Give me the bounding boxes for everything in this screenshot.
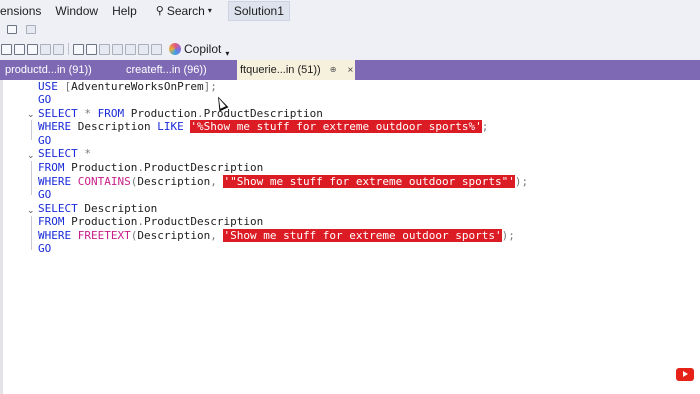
- document-tab-bar: productd...in (91)) createft...in (96)) …: [0, 60, 700, 80]
- client-statistics-icon[interactable]: [73, 43, 84, 55]
- toolbar-separator: [68, 43, 69, 55]
- toolbar-row-2: Copilot ▾: [0, 38, 700, 60]
- code-line: WHERE FREETEXT(Description, 'Show me stu…: [38, 229, 515, 242]
- solution-name[interactable]: Solution1: [227, 1, 290, 21]
- code-line: USE [AdventureWorksOnPrem];: [38, 80, 217, 93]
- code-line: SELECT * FROM Production.ProductDescript…: [38, 107, 323, 120]
- tab-productdescription[interactable]: productd...in (91)): [5, 60, 117, 80]
- search-box[interactable]: ⚲ Search ▾: [150, 0, 218, 22]
- outline-guide: [31, 216, 32, 250]
- tab-createft[interactable]: createft...in (96)): [126, 60, 234, 80]
- copilot-label: Copilot: [184, 42, 222, 56]
- results-to-grid-icon[interactable]: [1, 43, 12, 55]
- indent-icon[interactable]: [138, 43, 149, 55]
- code-line: FROM Production.ProductDescription: [38, 215, 264, 228]
- code-line: WHERE CONTAINS(Description, '"Show me st…: [38, 175, 529, 188]
- toolbar-dropdown-icon[interactable]: [26, 25, 36, 34]
- collapse-icon[interactable]: ⌄: [27, 152, 35, 161]
- live-statistics-icon[interactable]: [86, 43, 97, 55]
- copilot-icon: [169, 43, 181, 55]
- search-icon: ⚲: [155, 5, 164, 17]
- tab-label: ftquerie...in (51)): [240, 64, 321, 76]
- code-line: WHERE Description LIKE '%Show me stuff f…: [38, 120, 489, 133]
- youtube-icon: [676, 368, 694, 381]
- code-line: GO: [38, 134, 52, 147]
- results-to-text-icon[interactable]: [14, 43, 25, 55]
- comment-icon[interactable]: [99, 43, 110, 55]
- pin-icon[interactable]: ⊕: [330, 60, 337, 80]
- close-icon[interactable]: ×: [348, 61, 354, 80]
- copilot-button[interactable]: Copilot ▾: [169, 42, 230, 58]
- display-plan-icon[interactable]: [40, 43, 51, 55]
- menu-bar: ensions Window Help ⚲ Search ▾ Solution1: [0, 0, 700, 22]
- specify-values-icon[interactable]: [151, 43, 162, 55]
- outline-guide: [31, 161, 32, 195]
- folder-icon[interactable]: [7, 25, 17, 34]
- chevron-down-icon: ▾: [207, 6, 212, 15]
- code-line: GO: [38, 93, 52, 106]
- outdent-icon[interactable]: [125, 43, 136, 55]
- query-options-icon[interactable]: [53, 43, 64, 55]
- outline-guide: [31, 120, 32, 140]
- code-line: SELECT Description: [38, 202, 158, 215]
- collapse-icon[interactable]: ⌄: [27, 111, 35, 120]
- uncomment-icon[interactable]: [112, 43, 123, 55]
- code-line: FROM Production.ProductDescription: [38, 161, 264, 174]
- tab-label: productd...in (91)): [5, 64, 92, 76]
- code-line: SELECT *: [38, 147, 91, 160]
- code-line: GO: [38, 242, 52, 255]
- menu-window[interactable]: Window: [48, 0, 105, 22]
- code-line: GO: [38, 188, 52, 201]
- code-editor[interactable]: ⌄ ⌄ ⌄ USE [AdventureWorksOnPrem]; GO SEL…: [0, 80, 700, 394]
- menu-extensions[interactable]: ensions: [0, 0, 48, 22]
- tab-label: createft...in (96)): [126, 64, 207, 76]
- collapse-icon[interactable]: ⌄: [27, 207, 35, 216]
- chevron-down-icon: ▾: [225, 48, 230, 58]
- include-plan-icon[interactable]: [27, 43, 38, 55]
- tab-ftqueries[interactable]: ftquerie...in (51)) ⊕ ×: [237, 60, 355, 80]
- editor-margin: [0, 80, 3, 394]
- search-label: Search: [166, 4, 205, 18]
- menu-help[interactable]: Help: [105, 0, 144, 22]
- toolbar-row-1: [0, 22, 700, 38]
